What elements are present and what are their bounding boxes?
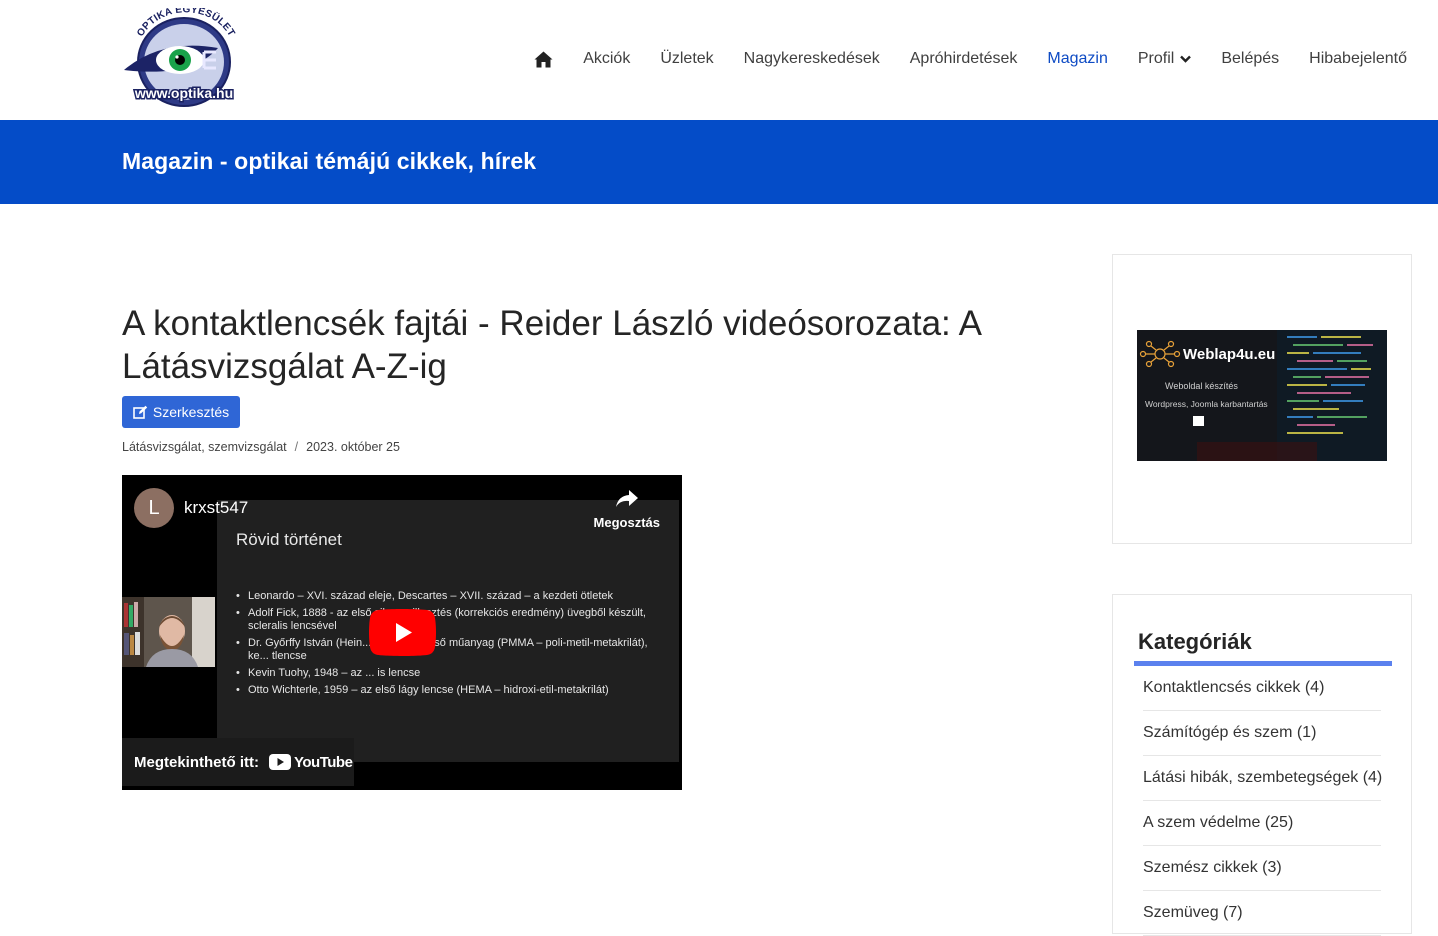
- nav-item-nagykereskedesek[interactable]: Nagykereskedések: [744, 48, 880, 70]
- edit-button[interactable]: Szerkesztés: [122, 396, 240, 428]
- slide-bullets: Leonardo – XVI. század eleje, Descartes …: [236, 590, 666, 701]
- category-link[interactable]: Kontaktlencsés cikkek (4): [1143, 666, 1381, 711]
- youtube-video-embed[interactable]: Rövid történet Leonardo – XVI. század el…: [122, 475, 682, 790]
- nav-item-profil-label: Profil: [1137, 50, 1175, 67]
- nav-item-profil[interactable]: Profil: [1137, 48, 1192, 70]
- share-label: Megosztás: [593, 515, 660, 530]
- sidebar-ad-widget: Weblap4u.eu Weboldal készítés Wordpress,…: [1112, 254, 1412, 544]
- slide-bullet: Otto Wichterle, 1959 – az első lágy lenc…: [236, 684, 666, 697]
- weblap4u-ad-banner[interactable]: Weblap4u.eu Weboldal készítés Wordpress,…: [1137, 330, 1387, 461]
- slide-bullet: Kevin Tuohy, 1948 – az ... is lencse: [236, 667, 666, 680]
- logo-url-text: www.optika.hu: [134, 85, 233, 101]
- ad-line-1: Weboldal készítés: [1165, 381, 1238, 391]
- play-button[interactable]: [369, 609, 436, 656]
- nav-item-hibabejelento[interactable]: Hibabejelentő: [1309, 48, 1407, 70]
- youtube-logo: YouTube: [269, 753, 353, 771]
- slide-bullet: Leonardo – XVI. század eleje, Descartes …: [236, 590, 666, 603]
- categories-title: Kategóriák: [1138, 629, 1252, 654]
- share-icon: [615, 490, 638, 507]
- category-link[interactable]: A szem védelme (25): [1143, 801, 1381, 846]
- play-icon: [369, 609, 436, 656]
- category-link[interactable]: Látási hibák, szembetegségek (4): [1143, 756, 1382, 801]
- categories-widget: Kategóriák Kontaktlencsés cikkek (4) Szá…: [1112, 594, 1412, 936]
- page-banner: Magazin - optikai témájú cikkek, hírek: [0, 120, 1438, 204]
- youtube-icon: [269, 754, 291, 770]
- video-channel[interactable]: L krxst547: [134, 488, 248, 528]
- nav-home[interactable]: [534, 48, 553, 70]
- article-category-link[interactable]: Látásvizsgálat, szemvizsgálat: [122, 440, 287, 454]
- edit-icon: [133, 405, 148, 419]
- edit-button-label: Szerkesztés: [152, 404, 230, 420]
- site-logo[interactable]: OPTIKA EGYESÜLET www.optika.hu: [122, 4, 244, 108]
- watch-on-youtube[interactable]: Megtekinthető itt: YouTube: [122, 738, 354, 786]
- main-nav: Akciók Üzletek Nagykereskedések Apróhird…: [534, 48, 1407, 70]
- channel-avatar[interactable]: L: [134, 488, 174, 528]
- slide-bullet: Dr. Győrffy István (Hein... 1939 – az el…: [236, 637, 666, 663]
- slide-bullet: Adolf Fick, 1888 - az első sikeres illes…: [236, 607, 666, 633]
- category-link[interactable]: Szemüveg (7): [1143, 891, 1381, 936]
- banner-title: Magazin - optikai témájú cikkek, hírek: [122, 148, 537, 174]
- category-link[interactable]: Számítógép és szem (1): [1143, 711, 1381, 756]
- category-link[interactable]: Szemész cikkek (3): [1143, 846, 1381, 891]
- chevron-down-icon: [1180, 55, 1192, 63]
- ad-line-2: Wordpress, Joomla karbantartás: [1145, 399, 1268, 409]
- site-header: OPTIKA EGYESÜLET www.optika.hu Akciók Üz…: [0, 0, 1438, 120]
- nav-item-belepes[interactable]: Belépés: [1221, 48, 1279, 70]
- share-button[interactable]: Megosztás: [594, 489, 660, 530]
- nav-item-akciok[interactable]: Akciók: [583, 48, 630, 70]
- article-date: 2023. október 25: [306, 440, 400, 454]
- slide-title: Rövid történet: [236, 530, 342, 549]
- video-slide: Rövid történet Leonardo – XVI. század el…: [217, 500, 679, 762]
- article-title: A kontaktlencsék fajtái - Reider László …: [122, 304, 980, 386]
- nav-item-aprohirdetesek[interactable]: Apróhirdetések: [910, 48, 1018, 70]
- home-icon: [534, 51, 553, 67]
- presenter-webcam: [122, 597, 215, 667]
- categories-list: Kontaktlencsés cikkek (4) Számítógép és …: [1143, 666, 1382, 936]
- watch-label: Megtekinthető itt:: [134, 753, 259, 771]
- ad-brand: Weblap4u.eu: [1183, 346, 1276, 363]
- channel-name[interactable]: krxst547: [184, 498, 248, 518]
- youtube-wordmark: YouTube: [294, 753, 353, 771]
- article-meta: Látásvizsgálat, szemvizsgálat / 2023. ok…: [122, 440, 400, 454]
- nav-item-uzletek[interactable]: Üzletek: [660, 48, 713, 70]
- meta-separator: /: [294, 440, 299, 454]
- ad-square-decoration: [1193, 416, 1204, 426]
- nav-item-magazin[interactable]: Magazin: [1047, 48, 1107, 70]
